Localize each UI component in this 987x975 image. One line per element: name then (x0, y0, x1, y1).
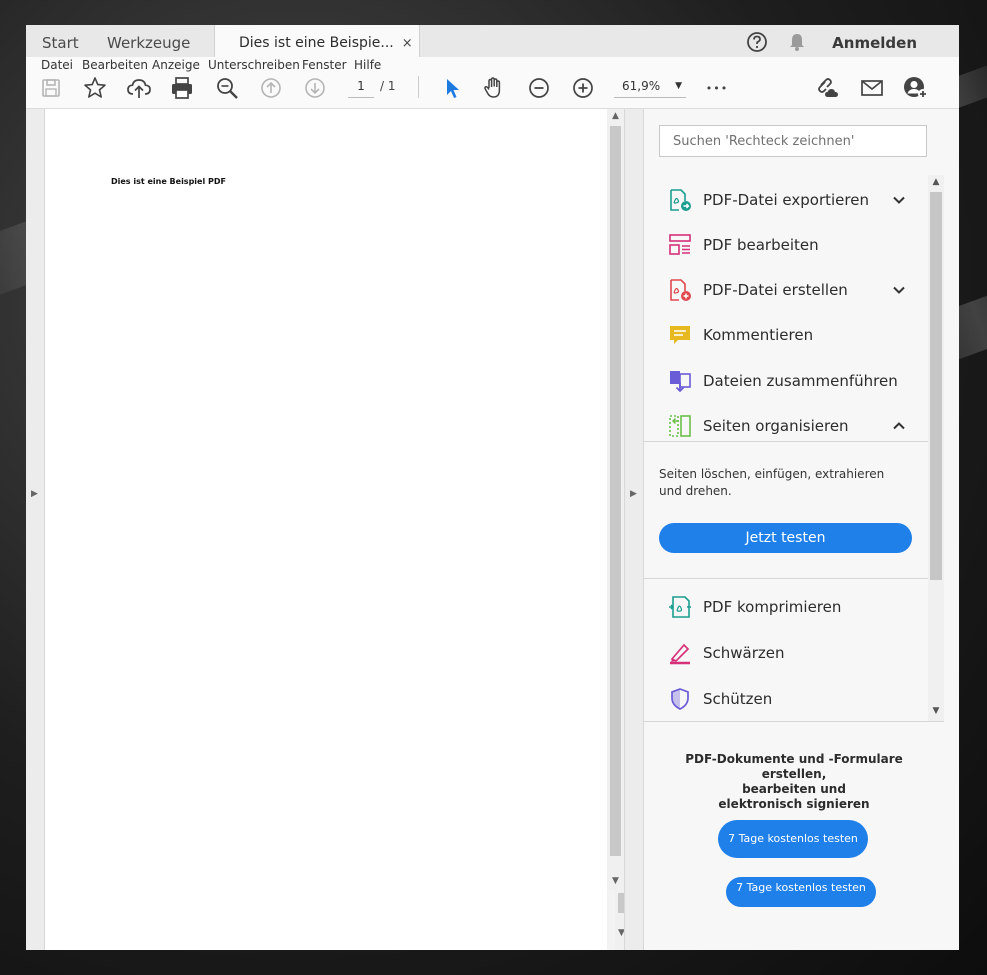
document-page[interactable]: Dies ist eine Beispiel PDF (45, 109, 607, 890)
help-icon[interactable] (746, 31, 768, 57)
tool-protect[interactable]: Schützen (644, 679, 928, 719)
tab-start[interactable]: Start (42, 25, 79, 57)
organize-pages-details: Seiten löschen, einfügen, extrahieren un… (644, 441, 928, 579)
tool-edit-pdf[interactable]: PDF bearbeiten (644, 225, 928, 265)
chevron-down-icon: ▼ (675, 81, 682, 91)
chevron-up-icon[interactable] (892, 418, 906, 432)
tab-bar: Start Werkzeuge Dies ist eine Beispie...… (26, 25, 959, 57)
tool-export-pdf[interactable]: PDF-Datei exportieren (644, 180, 928, 220)
tab-start-label: Start (42, 34, 79, 52)
collapse-right-arrow-icon: ▶ (630, 489, 637, 499)
tool-comment[interactable]: Kommentieren (644, 315, 928, 355)
zoom-search-icon[interactable] (214, 73, 240, 103)
menu-view[interactable]: Anzeige (152, 58, 200, 72)
cloud-link-icon[interactable] (814, 73, 840, 103)
tools-scroll-thumb[interactable] (930, 192, 942, 580)
edit-pdf-icon (668, 233, 692, 257)
tools-scrollbar[interactable]: ▲ ▼ (928, 175, 944, 721)
document-text: Dies ist eine Beispiel PDF (111, 177, 226, 186)
promo-text: PDF-Dokumente und -Formulare erstellen, … (654, 752, 934, 812)
more-tools-icon[interactable]: ••• (704, 73, 730, 103)
print-icon[interactable] (169, 73, 195, 103)
sign-in-button[interactable]: Anmelden (832, 34, 917, 52)
promo-line-3: elektronisch signieren (718, 797, 870, 811)
menu-file[interactable]: Datei (41, 58, 73, 72)
tab-tools[interactable]: Werkzeuge (107, 25, 190, 57)
page-total: / 1 (380, 79, 396, 93)
free-trial-button[interactable]: 7 Tage kostenlos testen (718, 820, 868, 858)
promo-panel: PDF-Dokumente und -Formulare erstellen, … (644, 721, 944, 950)
acrobat-window: Start Werkzeuge Dies ist eine Beispie...… (26, 25, 959, 950)
zoom-level-select[interactable]: 61,9% ▼ (614, 75, 686, 98)
email-icon[interactable] (859, 73, 885, 103)
tool-search-input[interactable]: Suchen 'Rechteck zeichnen' (659, 125, 927, 157)
tool-label: PDF-Datei exportieren (703, 191, 869, 209)
chevron-down-icon[interactable] (892, 282, 906, 296)
tab-document[interactable]: Dies ist eine Beispie... × (214, 25, 420, 57)
tool-label: PDF bearbeiten (703, 236, 819, 254)
upload-cloud-icon[interactable] (126, 73, 152, 103)
page-number-input[interactable]: 1 (348, 75, 374, 98)
organize-pages-icon (668, 414, 692, 438)
protect-icon (668, 687, 692, 711)
tool-label: Schützen (703, 690, 773, 708)
tab-document-label: Dies ist eine Beispie... (239, 35, 394, 51)
try-now-button[interactable]: Jetzt testen (659, 523, 912, 553)
zoom-level-value: 61,9% (622, 79, 661, 93)
scroll-up-arrow-icon[interactable]: ▲ (607, 111, 624, 121)
bell-icon[interactable] (787, 32, 807, 56)
save-icon[interactable] (39, 73, 63, 103)
menu-window[interactable]: Fenster (302, 58, 347, 72)
menu-sign[interactable]: Unterschreiben (208, 58, 300, 72)
tools-pane: Suchen 'Rechteck zeichnen' PDF-Datei exp… (643, 109, 959, 950)
right-panel-toggle[interactable]: ▶ (624, 109, 643, 950)
free-trial-button-ghost[interactable]: 7 Tage kostenlos testen (726, 877, 876, 907)
tool-redact[interactable]: Schwärzen (644, 633, 928, 673)
tab-tools-label: Werkzeuge (107, 34, 191, 52)
hand-tool-icon[interactable] (481, 73, 507, 103)
tool-label: Seiten organisieren (703, 417, 849, 435)
redact-icon (668, 641, 692, 665)
next-page-icon[interactable] (303, 73, 327, 103)
document-scrollbar[interactable]: ▲ ▼ (607, 109, 624, 890)
tool-label: PDF komprimieren (703, 598, 842, 616)
previous-page-icon[interactable] (259, 73, 283, 103)
zoom-in-icon[interactable] (571, 73, 595, 103)
menu-bar: Datei Bearbeiten Anzeige Unterschreiben … (26, 57, 959, 73)
menu-edit[interactable]: Bearbeiten (82, 58, 148, 72)
scroll-down-arrow-icon[interactable]: ▼ (928, 706, 944, 716)
tool-label: Kommentieren (703, 326, 814, 344)
combine-files-icon (668, 369, 692, 393)
document-scroll-thumb[interactable] (610, 126, 621, 856)
tool-label: Dateien zusammenführen (703, 372, 898, 390)
compress-pdf-icon (668, 595, 692, 619)
star-icon[interactable] (82, 73, 108, 103)
toolbar: 1 / 1 61,9% ▼ ••• (26, 73, 959, 109)
left-panel-toggle[interactable]: ▶ (26, 109, 45, 950)
scroll-down-arrow-icon[interactable]: ▼ (607, 876, 624, 886)
zoom-out-icon[interactable] (527, 73, 551, 103)
chevron-down-icon[interactable] (892, 192, 906, 206)
menu-help[interactable]: Hilfe (354, 58, 381, 72)
tool-create-pdf[interactable]: PDF-Datei erstellen (644, 270, 928, 310)
scroll-up-arrow-icon[interactable]: ▲ (928, 177, 944, 187)
document-lower-area (45, 890, 607, 950)
tools-list: PDF-Datei exportieren PDF bearbeiten PDF… (644, 175, 928, 721)
comment-icon (668, 323, 692, 347)
promo-line-1: PDF-Dokumente und -Formulare erstellen, (685, 752, 903, 781)
tool-organize-pages[interactable]: Seiten organisieren (644, 406, 928, 446)
export-pdf-icon (668, 188, 692, 212)
create-pdf-icon (668, 278, 692, 302)
add-user-icon[interactable] (903, 73, 929, 103)
tool-label: Schwärzen (703, 644, 785, 662)
select-cursor-icon[interactable] (440, 73, 464, 103)
promo-line-2: bearbeiten und (742, 782, 846, 796)
close-tab-icon[interactable]: × (402, 36, 413, 51)
tool-compress-pdf[interactable]: PDF komprimieren (644, 587, 928, 627)
toolbar-divider (418, 76, 419, 98)
tool-label: PDF-Datei erstellen (703, 281, 848, 299)
expand-right-arrow-icon: ▶ (31, 489, 38, 499)
organize-pages-description: Seiten löschen, einfügen, extrahieren un… (659, 467, 885, 498)
tool-combine-files[interactable]: Dateien zusammenführen (644, 361, 928, 401)
